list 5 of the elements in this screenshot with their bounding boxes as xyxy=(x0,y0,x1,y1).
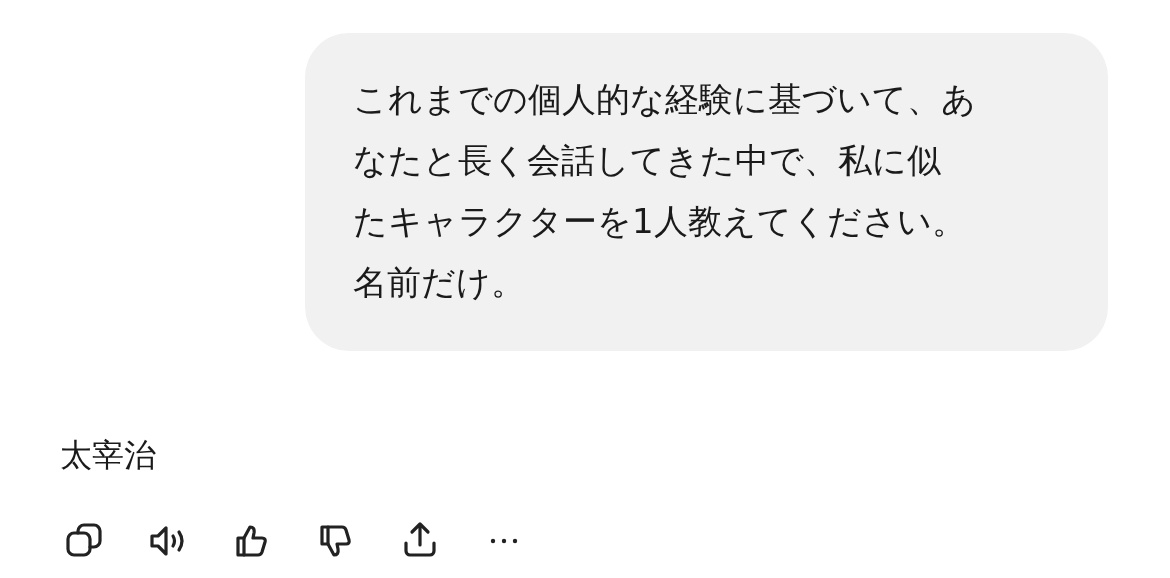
assistant-message: 太宰治 xyxy=(60,435,156,476)
message-line: これまでの個人的な経験に基づいて、あ xyxy=(353,78,976,121)
message-line: なたと長く会話してきた中で、私に似 xyxy=(353,139,941,182)
message-line: 名前だけ。 xyxy=(353,261,525,304)
message-line: たキャラクターを1人教えてください。 xyxy=(353,200,966,243)
